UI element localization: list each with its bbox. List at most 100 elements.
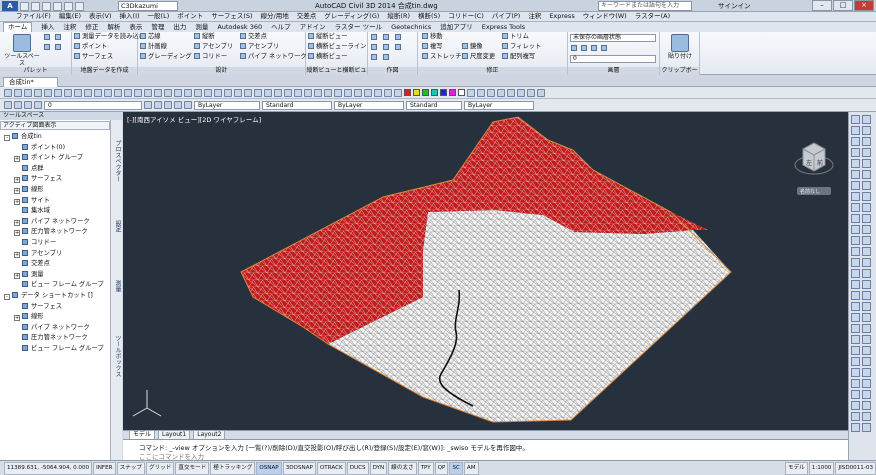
layer-match-icon[interactable]: [174, 101, 182, 109]
rectangle-icon[interactable]: [383, 44, 391, 52]
trim-button[interactable]: トリム: [502, 33, 529, 41]
profile-button[interactable]: 縦断: [194, 33, 215, 41]
menu-file[interactable]: ファイル(F): [16, 12, 51, 21]
layer-uniso-icon[interactable]: [164, 101, 172, 109]
tree-item[interactable]: 交差点: [0, 259, 110, 270]
panel-ground-data-title[interactable]: 地盤データを作成: [72, 67, 137, 75]
expand-toggle-icon[interactable]: +: [14, 219, 20, 226]
right-tool-icon[interactable]: [851, 225, 860, 234]
plan-line-button[interactable]: 計画線: [140, 43, 167, 51]
panel-layers-title[interactable]: 画層: [568, 67, 659, 75]
ucs-prev-icon[interactable]: [364, 88, 372, 97]
drawing-viewport[interactable]: [-][南西アイソメ ビュー][2D ワイヤフレーム] 左 前 名前なし: [123, 112, 848, 430]
layer-freeze-icon[interactable]: [581, 45, 587, 51]
copy-icon[interactable]: [64, 88, 72, 97]
panel-profile-view-title[interactable]: 縦断ビューと横断ビュー: [306, 67, 367, 82]
menu-lines[interactable]: 線分/用地: [261, 12, 289, 21]
shade-icon[interactable]: [477, 88, 485, 97]
view-left-icon[interactable]: [244, 88, 252, 97]
close-button[interactable]: ×: [854, 0, 874, 11]
save-icon[interactable]: [42, 1, 51, 11]
toggle-lineweight[interactable]: 線の太さ: [388, 461, 417, 475]
pan-icon[interactable]: [114, 88, 122, 97]
right-tool-icon[interactable]: [862, 181, 871, 190]
stretch-button[interactable]: ストレッチ: [422, 53, 461, 61]
right-tool-icon[interactable]: [851, 269, 860, 278]
corridor-button[interactable]: コリドー: [194, 53, 227, 61]
assembly-button-2[interactable]: アセンブリ: [240, 43, 279, 51]
menu-edit[interactable]: 編集(E): [59, 12, 81, 21]
pipe-network-button[interactable]: パイプ ネットワーク: [240, 53, 307, 61]
ellipse-icon[interactable]: [371, 54, 379, 62]
right-tool-icon[interactable]: [851, 159, 860, 168]
right-tool-icon[interactable]: [851, 148, 860, 157]
color-swatch-green[interactable]: [422, 89, 429, 96]
tab-settings[interactable]: 設定: [112, 220, 122, 232]
menu-insert[interactable]: 挿入(I): [120, 12, 140, 21]
design-center-icon[interactable]: [164, 88, 172, 97]
workspace-user[interactable]: C3Dkazumi: [118, 1, 178, 11]
right-tool-icon[interactable]: [862, 302, 871, 311]
tab-output[interactable]: 出力: [173, 23, 186, 32]
tab-express-tools[interactable]: Express Tools: [482, 23, 525, 32]
arc-icon[interactable]: [371, 44, 379, 52]
model-space-label[interactable]: モデル: [784, 461, 808, 475]
expand-toggle-icon[interactable]: -: [4, 293, 10, 300]
toggle-snap[interactable]: スナップ: [116, 461, 145, 475]
right-tool-icon[interactable]: [862, 159, 871, 168]
right-tool-icon[interactable]: [851, 379, 860, 388]
ucs-view-icon[interactable]: [394, 88, 402, 97]
menu-general[interactable]: 一般(L): [148, 12, 170, 21]
color-swatch-white[interactable]: [458, 89, 465, 96]
color-swatch-red[interactable]: [404, 89, 411, 96]
cut-icon[interactable]: [54, 88, 62, 97]
menu-profiles[interactable]: 縦断(R): [387, 12, 410, 21]
surfaces-button[interactable]: サーフェス: [74, 53, 113, 61]
right-tool-icon[interactable]: [851, 291, 860, 300]
tab-toolbox[interactable]: ツールボックス: [112, 335, 122, 377]
tree-item[interactable]: + サーフェス: [0, 174, 110, 185]
jis-standard[interactable]: JISD0011-03: [835, 461, 876, 475]
right-tool-icon[interactable]: [862, 126, 871, 135]
right-tool-icon[interactable]: [862, 148, 871, 157]
array-button[interactable]: 配列複写: [502, 53, 535, 61]
annotation-scale[interactable]: 1:1000: [808, 461, 835, 475]
right-tool-icon[interactable]: [851, 335, 860, 344]
menu-surfaces[interactable]: サーフェス(S): [211, 12, 252, 21]
right-tool-icon[interactable]: [851, 368, 860, 377]
panel-design-title[interactable]: 設計: [138, 67, 305, 75]
right-tool-icon[interactable]: [851, 423, 860, 432]
circle-icon[interactable]: [395, 34, 403, 42]
document-tab[interactable]: 合成tin*: [3, 77, 58, 87]
tab-addins[interactable]: アドイン: [300, 23, 326, 32]
right-tool-icon[interactable]: [862, 280, 871, 289]
tree-item[interactable]: + 線形: [0, 312, 110, 323]
right-tool-icon[interactable]: [851, 170, 860, 179]
right-tool-icon[interactable]: [851, 357, 860, 366]
view-nw-iso-icon[interactable]: [314, 88, 322, 97]
match-icon[interactable]: [84, 88, 92, 97]
help-search-input[interactable]: キーワードまたは語句を入力: [598, 1, 692, 11]
color-swatch-magenta[interactable]: [449, 89, 456, 96]
right-tool-icon[interactable]: [862, 335, 871, 344]
menu-sections[interactable]: 横断(S): [418, 12, 440, 21]
menu-express[interactable]: Express: [549, 12, 574, 21]
tree-item[interactable]: - データ ショートカット []: [0, 291, 110, 302]
toggle-3dosnap[interactable]: 3DOSNAP: [282, 461, 316, 475]
properties-icon[interactable]: [154, 88, 162, 97]
right-tool-icon[interactable]: [851, 302, 860, 311]
tree-item[interactable]: コリドー: [0, 238, 110, 249]
menu-grading[interactable]: グレーディング(G): [324, 12, 379, 21]
tab-raster-tools[interactable]: ラスター ツール: [335, 23, 382, 32]
expand-toggle-icon[interactable]: +: [14, 187, 20, 194]
text-style-dropdown[interactable]: Standard: [262, 100, 332, 110]
mirror-button[interactable]: 鏡像: [462, 43, 483, 51]
viewport-controls-label[interactable]: [-][南西アイソメ ビュー][2D ワイヤフレーム]: [127, 114, 261, 124]
tab-survey[interactable]: 測量: [112, 280, 122, 292]
layer-light-icon[interactable]: [14, 101, 22, 109]
visual-style-icon[interactable]: [467, 88, 475, 97]
color-swatch-cyan[interactable]: [431, 89, 438, 96]
color-swatch-blue[interactable]: [440, 89, 447, 96]
undo-icon[interactable]: [94, 88, 102, 97]
right-tool-icon[interactable]: [851, 412, 860, 421]
